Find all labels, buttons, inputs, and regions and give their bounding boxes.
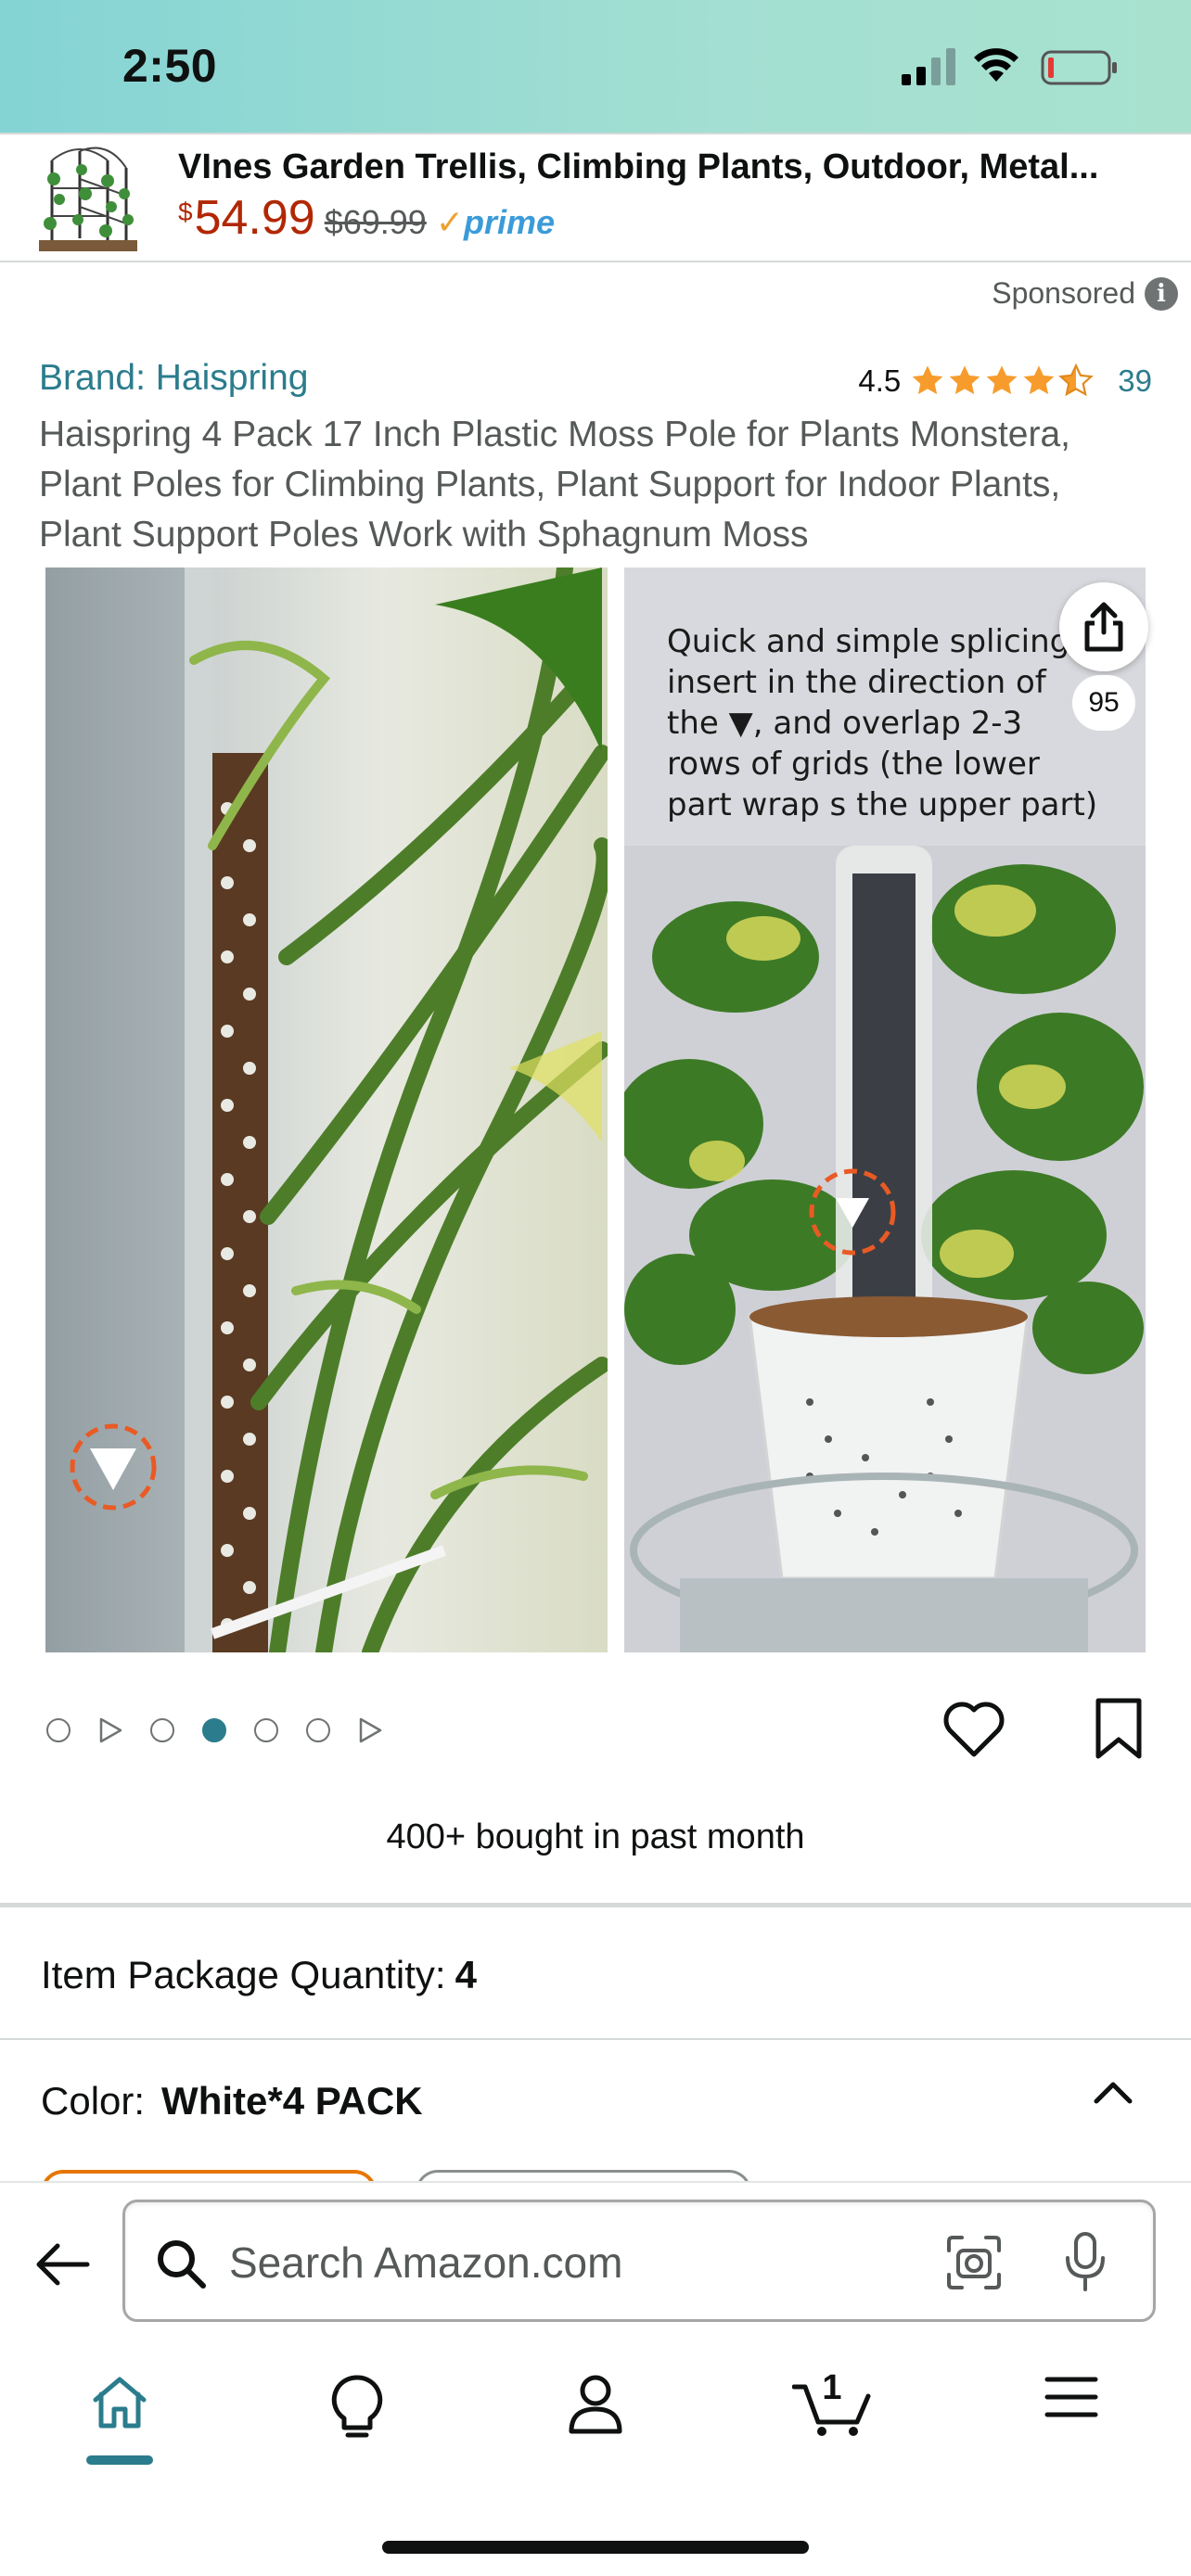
carousel-indicators[interactable] <box>46 1717 410 1743</box>
sponsored-label: Sponsored <box>992 276 1135 310</box>
chevron-up-icon[interactable] <box>1091 2073 1135 2111</box>
home-icon <box>93 2377 147 2429</box>
star-icon <box>912 365 943 395</box>
image-caption: Quick and simple splicing, insert in the… <box>667 623 1098 823</box>
banner-price: 54.99 <box>194 191 315 245</box>
sponsored-row: Sponsored i <box>992 276 1191 311</box>
banner-product-title[interactable]: VInes Garden Trellis, Climbing Plants, O… <box>178 147 1171 187</box>
nav-cart[interactable]: 1 <box>790 2368 874 2476</box>
quantity-label: Item Package Quantity: <box>41 1953 446 1996</box>
carousel-dot[interactable] <box>254 1718 278 1742</box>
banner-list-price: $69.99 <box>324 203 427 241</box>
search-icon <box>158 2240 206 2289</box>
wifi-icon <box>974 48 1018 82</box>
color-label: Color: <box>41 2079 146 2123</box>
closeup-photo <box>45 567 608 1652</box>
quantity-value: 4 <box>455 1953 477 1996</box>
heart-icon[interactable] <box>941 1697 1006 1762</box>
home-indicator <box>382 2541 809 2554</box>
star-icon <box>1023 365 1055 395</box>
info-icon[interactable]: i <box>1145 276 1178 311</box>
cart-count: 1 <box>822 2368 842 2407</box>
rating-summary[interactable]: 4.5 39 <box>858 363 1152 399</box>
bought-in-past-month: 400+ bought in past month <box>386 1817 805 1856</box>
image-count-badge: 95 <box>1072 675 1135 731</box>
status-time: 2:50 <box>122 40 218 92</box>
video-play-icon[interactable] <box>358 1717 382 1743</box>
trellis-thumbnail-image <box>33 142 143 255</box>
bottom-nav: 1 <box>0 2368 1191 2476</box>
camera-search-icon[interactable] <box>945 2234 1003 2291</box>
nav-account[interactable] <box>554 2374 637 2476</box>
carousel-dot-active[interactable] <box>202 1718 226 1742</box>
rating-value: 4.5 <box>858 363 902 398</box>
share-icon <box>1084 602 1123 652</box>
color-value: White*4 PACK <box>161 2079 423 2123</box>
lightbulb-icon <box>331 2375 383 2438</box>
account-icon <box>569 2375 622 2434</box>
section-divider <box>0 1903 1191 1907</box>
carousel-dot[interactable] <box>150 1718 174 1742</box>
carousel-dot[interactable] <box>46 1718 70 1742</box>
star-icon <box>986 365 1018 395</box>
sponsored-product-banner[interactable]: VInes Garden Trellis, Climbing Plants, O… <box>0 133 1191 262</box>
rating-count[interactable]: 39 <box>1118 363 1152 399</box>
nav-inspire[interactable] <box>315 2374 399 2476</box>
half-star-icon <box>1058 363 1095 397</box>
microphone-icon[interactable] <box>1062 2230 1108 2293</box>
product-image-potted-plant[interactable]: Quick and simple splicing, insert in the… <box>624 567 1146 1652</box>
cellular-signal-icon <box>902 48 955 85</box>
nav-menu[interactable] <box>1030 2374 1113 2476</box>
video-play-icon[interactable] <box>98 1717 122 1743</box>
product-title: Haispring 4 Pack 17 Inch Plastic Moss Po… <box>39 414 1070 555</box>
product-image-closeup[interactable] <box>45 567 608 1652</box>
package-quantity: Item Package Quantity: 4 <box>41 1953 477 1997</box>
star-icon <box>949 365 980 395</box>
search-bar[interactable] <box>122 2200 1156 2322</box>
banner-price-row: $ 54.99 $69.99 ✓ prime <box>178 190 555 246</box>
prime-check-icon: ✓ <box>435 203 464 241</box>
share-button[interactable] <box>1059 582 1148 671</box>
price-currency: $ <box>178 198 193 226</box>
star-rating <box>910 363 1095 399</box>
prime-badge: ✓ prime <box>436 203 555 242</box>
hamburger-menu-icon <box>1044 2377 1098 2417</box>
bookmark-icon[interactable] <box>1093 1697 1145 1762</box>
battery-icon <box>1041 50 1117 85</box>
prime-label: prime <box>464 203 556 241</box>
brand-link[interactable]: Brand: Haispring <box>39 358 308 399</box>
home-active-indicator <box>86 2455 153 2465</box>
carousel-dot[interactable] <box>306 1718 330 1742</box>
search-input[interactable] <box>229 2230 934 2295</box>
status-bar: 2:50 <box>0 0 1191 133</box>
back-arrow-icon[interactable] <box>33 2237 93 2292</box>
section-divider <box>0 2038 1191 2040</box>
color-selector[interactable]: Color: White*4 PACK <box>41 2079 423 2123</box>
